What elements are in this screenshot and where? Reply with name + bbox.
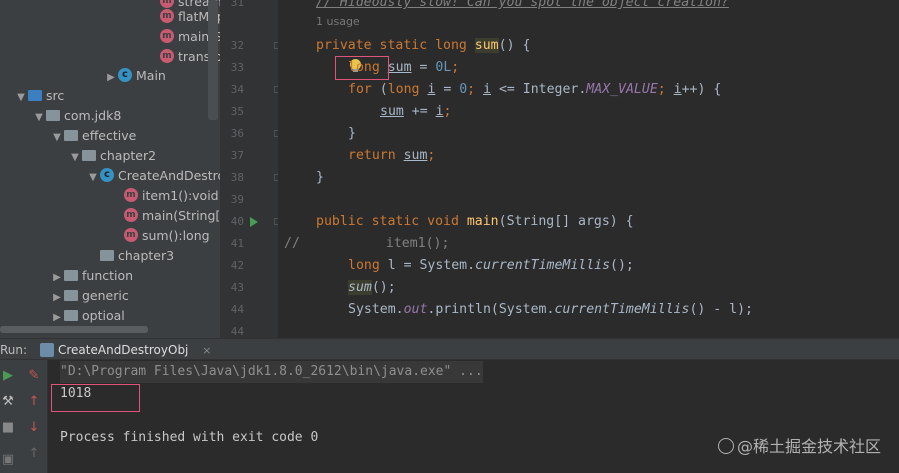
run-gutter-icon[interactable] bbox=[250, 217, 258, 227]
run-panel-header: Run: CreateAndDestroyObj × bbox=[0, 338, 899, 360]
chevron-down-icon[interactable]: ▼ bbox=[68, 148, 82, 168]
code-line-32: private static long sum() { bbox=[316, 38, 531, 53]
package-icon bbox=[64, 290, 78, 301]
arrow-down-icon[interactable]: ↓ bbox=[26, 420, 42, 436]
line-number: 40 bbox=[230, 215, 244, 228]
tree-item-effective[interactable]: ▼ effective bbox=[50, 126, 136, 146]
chevron-right-icon[interactable]: ▶ bbox=[50, 288, 64, 308]
usage-hint[interactable]: 1 usage bbox=[316, 15, 360, 28]
wrench-icon[interactable]: ⚒ bbox=[0, 394, 16, 410]
tree-scrollbar[interactable] bbox=[208, 0, 218, 120]
code-line-35: sum += i; bbox=[380, 104, 452, 119]
stop-icon[interactable]: ■ bbox=[0, 420, 16, 436]
chevron-down-icon[interactable]: ▼ bbox=[50, 128, 64, 148]
tree-item-chapter3[interactable]: chapter3 bbox=[86, 246, 174, 266]
line-number: 42 bbox=[230, 259, 244, 272]
run-toolbar: ▶ ✎ ⚒ ↑ ■ ↓ ↑ ▣ bbox=[0, 360, 48, 473]
package-icon bbox=[100, 250, 114, 261]
line-number: 41 bbox=[230, 237, 244, 250]
code-line-31: // Hideously slow! Can you spot the obje… bbox=[316, 0, 729, 10]
highlight-box bbox=[335, 56, 389, 80]
juejin-logo-icon bbox=[717, 438, 734, 454]
code-line-34: for (long i = 0; i <= Integer.MAX_VALUE;… bbox=[348, 82, 722, 97]
package-icon bbox=[82, 150, 96, 161]
line-number: 44 bbox=[230, 303, 244, 316]
chevron-right-icon[interactable]: ▶ bbox=[104, 68, 118, 88]
tree-item-src[interactable]: ▼ src bbox=[14, 86, 64, 106]
code-line-38: } bbox=[316, 170, 324, 185]
highlight-box bbox=[51, 384, 140, 412]
code-line-37: return sum; bbox=[348, 148, 436, 163]
tree-item-method-item1[interactable]: item1():void bbox=[124, 185, 219, 206]
line-number: 37 bbox=[230, 149, 244, 162]
line-number: 35 bbox=[230, 105, 244, 118]
source-folder-icon bbox=[28, 90, 42, 101]
line-number: 43 bbox=[230, 281, 244, 294]
method-icon bbox=[160, 46, 174, 66]
line-number: 32 bbox=[230, 39, 244, 52]
tree-item-chapter2[interactable]: ▼ chapter2 bbox=[68, 146, 156, 166]
code-line-44: System.out.println(System.currentTimeMil… bbox=[348, 302, 753, 317]
line-number: 36 bbox=[230, 127, 244, 140]
code-line-36: } bbox=[348, 126, 356, 141]
tree-item-method-sum[interactable]: sum():long bbox=[124, 225, 210, 246]
chevron-right-icon[interactable]: ▶ bbox=[50, 308, 64, 328]
console-exit-message: Process finished with exit code 0 bbox=[60, 430, 319, 445]
console-command-line: "D:\Program Files\Java\jdk1.8.0_2612\bin… bbox=[60, 361, 483, 383]
tree-horizontal-scrollbar[interactable] bbox=[0, 326, 148, 333]
run-label: Run: bbox=[0, 343, 28, 357]
package-icon bbox=[64, 310, 78, 321]
close-icon[interactable]: × bbox=[202, 344, 211, 357]
chevron-down-icon[interactable]: ▼ bbox=[14, 88, 28, 108]
camera-icon[interactable]: ▣ bbox=[0, 452, 16, 468]
package-icon bbox=[64, 130, 78, 141]
tree-item-function[interactable]: ▶ function bbox=[50, 266, 133, 286]
class-icon bbox=[118, 65, 132, 85]
code-line-43: sum(); bbox=[348, 280, 396, 295]
arrow-up-icon[interactable]: ↑ bbox=[26, 394, 42, 410]
package-icon bbox=[46, 110, 60, 121]
method-icon bbox=[124, 205, 138, 225]
scroll-up-icon[interactable]: ↑ bbox=[26, 446, 42, 462]
line-number: 33 bbox=[230, 61, 244, 74]
class-icon bbox=[100, 165, 114, 185]
editor-gutter: 31 32 33 34 35 36 37 38 39 40 41 42 43 4… bbox=[220, 0, 282, 338]
tree-item-main-class[interactable]: ▶Main bbox=[104, 65, 166, 88]
tree-item-method-main[interactable]: main(String[]) bbox=[124, 205, 220, 226]
code-line-42: long l = System.currentTimeMillis(); bbox=[348, 258, 634, 273]
project-tree: stream flatMap main(St transfo ▶Main ▼sr… bbox=[0, 0, 220, 338]
code-line-40: public static void main(String[] args) { bbox=[316, 214, 634, 229]
tree-item-package[interactable]: ▼ com.jdk8 bbox=[32, 106, 121, 126]
package-icon bbox=[64, 270, 78, 281]
line-number: 39 bbox=[230, 193, 244, 206]
run-tab[interactable]: CreateAndDestroyObj × bbox=[36, 339, 211, 361]
pin-icon[interactable]: ✎ bbox=[26, 368, 42, 384]
chevron-right-icon[interactable]: ▶ bbox=[50, 268, 64, 288]
method-icon bbox=[160, 26, 174, 46]
code-line-41: //item1(); bbox=[284, 236, 450, 251]
line-number: 38 bbox=[230, 171, 244, 184]
method-icon bbox=[124, 185, 138, 205]
chevron-down-icon[interactable]: ▼ bbox=[86, 168, 100, 188]
chevron-down-icon[interactable]: ▼ bbox=[32, 108, 46, 128]
line-number: 34 bbox=[230, 83, 244, 96]
watermark: @稀土掘金技术社区 bbox=[717, 433, 881, 457]
tree-item-class[interactable]: ▼CreateAndDestro bbox=[86, 165, 220, 188]
method-icon bbox=[124, 225, 138, 245]
run-config-icon bbox=[40, 343, 54, 357]
line-number: 31 bbox=[230, 0, 244, 9]
method-icon bbox=[160, 6, 174, 26]
code-editor[interactable]: // Hideously slow! Can you spot the obje… bbox=[278, 0, 899, 338]
rerun-icon[interactable]: ▶ bbox=[0, 368, 16, 384]
tree-item-optional[interactable]: ▶ optioal bbox=[50, 306, 125, 326]
tree-item-generic[interactable]: ▶ generic bbox=[50, 286, 129, 306]
